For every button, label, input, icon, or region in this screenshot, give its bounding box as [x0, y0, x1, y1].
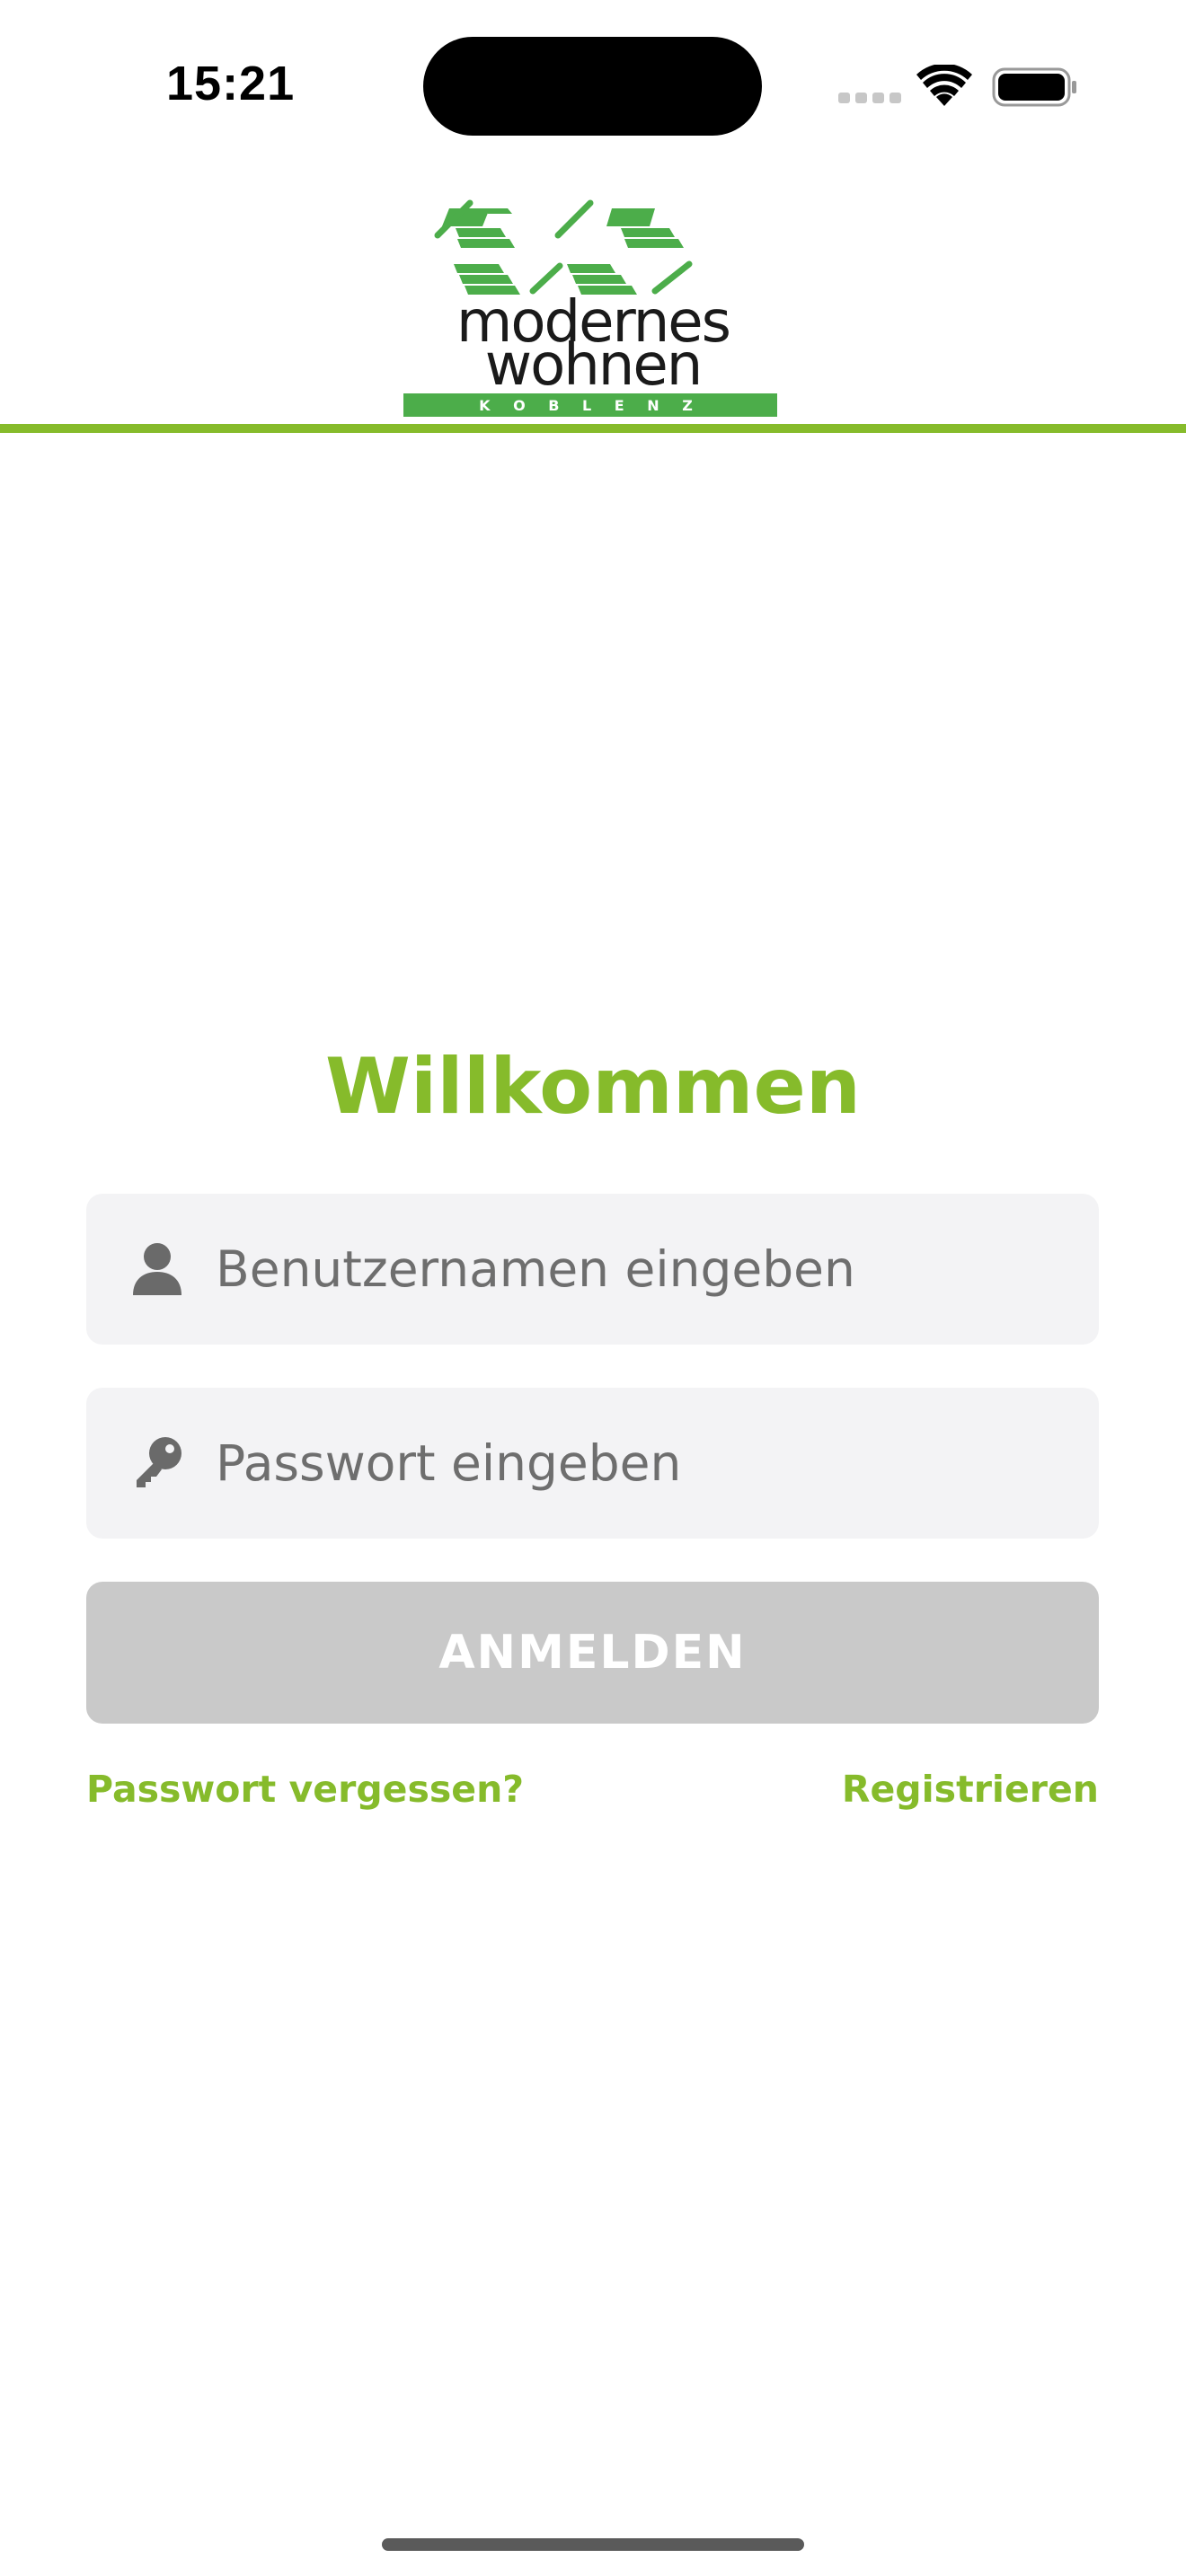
- logo-tagline-koblenz: K O B L E N Z: [479, 397, 702, 414]
- key-icon: [137, 1437, 181, 1487]
- status-time: 15:21: [166, 57, 296, 110]
- wifi-icon: [916, 65, 972, 106]
- dynamic-island: [423, 37, 762, 136]
- password-field[interactable]: [86, 1388, 1099, 1539]
- header-divider: [0, 424, 1186, 433]
- moderneswohnen-logo: modernes wohnen K O B L E N Z: [403, 199, 777, 417]
- user-icon: [133, 1243, 181, 1295]
- login-button[interactable]: ANMELDEN: [86, 1582, 1099, 1724]
- username-field[interactable]: [86, 1194, 1099, 1345]
- welcome-title: Willkommen: [324, 1042, 862, 1132]
- app-header: modernes wohnen K O B L E N Z: [0, 171, 1186, 431]
- logo-line-wohnen: wohnen: [485, 332, 702, 399]
- cellular-signal-icon: [838, 93, 901, 103]
- register-link[interactable]: Registrieren: [842, 1768, 1099, 1811]
- username-input[interactable]: [216, 1194, 1069, 1345]
- battery-icon: [992, 67, 1076, 107]
- password-input[interactable]: [216, 1388, 1069, 1539]
- home-indicator[interactable]: [382, 2538, 804, 2551]
- status-bar: 15:21: [0, 0, 1186, 171]
- forgot-password-link[interactable]: Passwort vergessen?: [86, 1768, 524, 1811]
